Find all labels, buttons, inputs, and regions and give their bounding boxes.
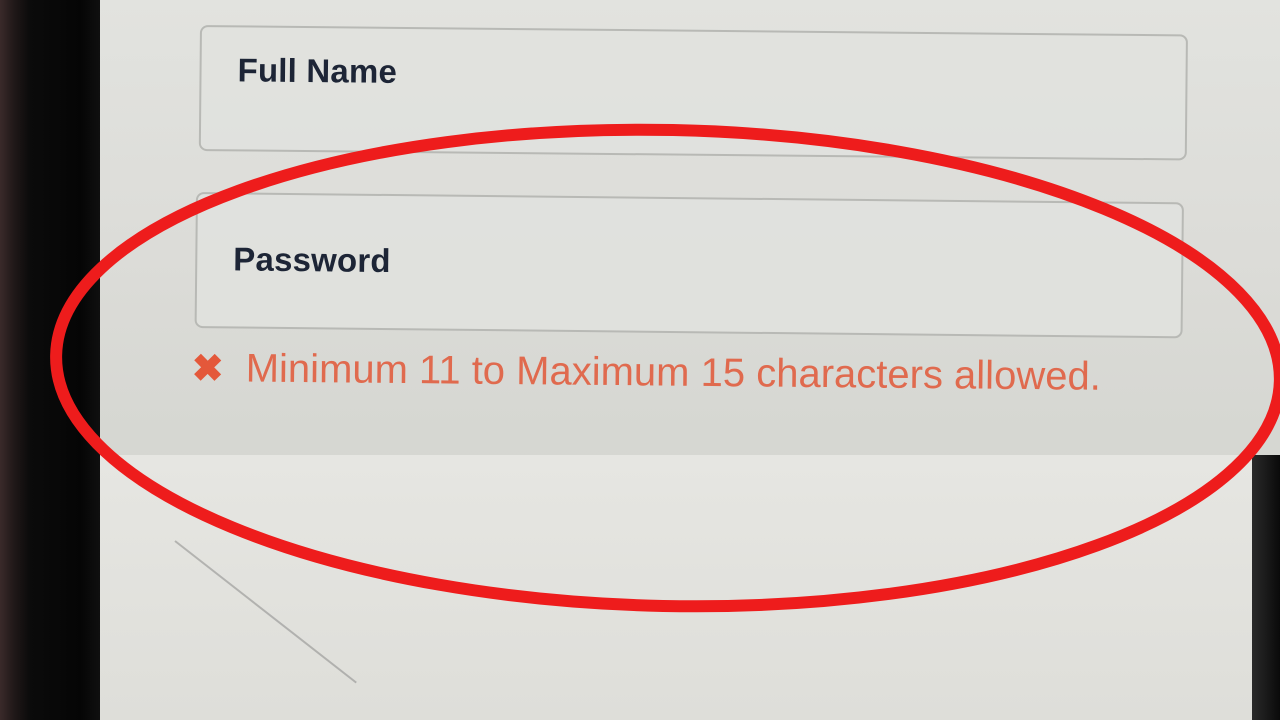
error-text: Minimum 11 to Maximum 15 characters allo… xyxy=(245,346,1102,399)
full-name-placeholder: Full Name xyxy=(237,51,398,90)
password-field[interactable]: Password xyxy=(194,192,1184,339)
password-placeholder: Password xyxy=(233,240,391,280)
password-error-message: ✖ Minimum 11 to Maximum 15 characters all… xyxy=(191,340,1112,406)
close-icon: ✖ xyxy=(191,347,224,391)
phone-bezel xyxy=(0,0,110,720)
screen-lower-area xyxy=(100,455,1252,720)
phone-bezel-right xyxy=(1252,455,1280,720)
full-name-field[interactable]: Full Name xyxy=(198,25,1188,161)
photo-of-phone-screen: Full Name Password ✖ Minimum 11 to Maximu… xyxy=(0,0,1280,720)
